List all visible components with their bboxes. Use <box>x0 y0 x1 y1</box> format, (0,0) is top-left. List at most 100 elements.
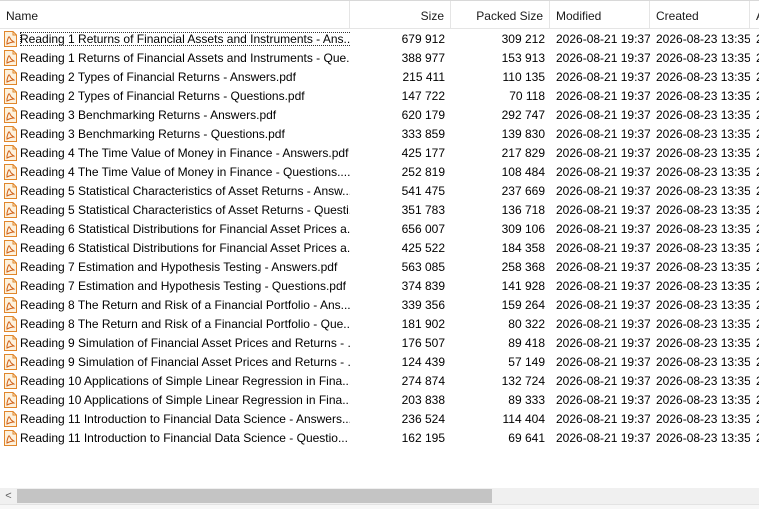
pdf-file-icon <box>4 316 17 332</box>
file-packed-size-text: 237 669 <box>501 184 545 198</box>
file-row[interactable]: Reading 8 The Return and Risk of a Finan… <box>0 296 759 315</box>
file-created-text: 2026-08-23 13:35 <box>656 146 750 160</box>
file-packed-size: 139 830 <box>451 125 545 144</box>
file-name: Reading 6 Statistical Distributions for … <box>20 239 350 258</box>
column-header-attributes[interactable]: A <box>750 1 759 29</box>
horizontal-scrollbar[interactable]: < <box>0 488 759 504</box>
file-row[interactable]: Reading 4 The Time Value of Money in Fin… <box>0 163 759 182</box>
file-row[interactable]: Reading 10 Applications of Simple Linear… <box>0 391 759 410</box>
column-header-modified[interactable]: Modified <box>550 1 650 29</box>
file-row[interactable]: Reading 11 Introduction to Financial Dat… <box>0 429 759 448</box>
file-modified-text: 2026-08-21 19:37 <box>556 108 650 122</box>
file-name-text: Reading 2 Types of Financial Returns - Q… <box>20 89 305 103</box>
file-row[interactable]: Reading 6 Statistical Distributions for … <box>0 239 759 258</box>
file-size: 679 912 <box>350 30 445 49</box>
pdf-file-icon <box>4 278 17 294</box>
file-name: Reading 6 Statistical Distributions for … <box>20 220 350 239</box>
file-created: 2026-08-23 13:35 <box>656 315 750 334</box>
column-header-packed-size[interactable]: Packed Size <box>451 1 550 29</box>
file-name: Reading 3 Benchmarking Returns - Answers… <box>20 106 350 125</box>
file-created: 2026-08-23 13:35 <box>656 277 750 296</box>
file-created: 2026-08-23 13:35 <box>656 87 750 106</box>
file-modified: 2026-08-21 19:37 <box>556 296 650 315</box>
column-header-name[interactable]: Name <box>0 1 350 29</box>
file-row[interactable]: Reading 2 Types of Financial Returns - A… <box>0 68 759 87</box>
file-name: Reading 2 Types of Financial Returns - A… <box>20 68 350 87</box>
file-size: 333 859 <box>350 125 445 144</box>
column-header-size[interactable]: Size <box>350 1 451 29</box>
file-row[interactable]: Reading 5 Statistical Characteristics of… <box>0 201 759 220</box>
file-row[interactable]: Reading 9 Simulation of Financial Asset … <box>0 334 759 353</box>
file-modified: 2026-08-21 19:37 <box>556 182 650 201</box>
file-row[interactable]: Reading 10 Applications of Simple Linear… <box>0 372 759 391</box>
file-name: Reading 5 Statistical Characteristics of… <box>20 201 350 220</box>
file-created-text: 2026-08-23 13:35 <box>656 89 750 103</box>
file-packed-size: 258 368 <box>451 258 545 277</box>
file-row[interactable]: Reading 6 Statistical Distributions for … <box>0 220 759 239</box>
file-size: 620 179 <box>350 106 445 125</box>
file-modified-text: 2026-08-21 19:37 <box>556 317 650 331</box>
file-list[interactable]: Name Size Packed Size Modified Created A… <box>0 0 759 488</box>
pdf-file-icon <box>4 335 17 351</box>
file-modified-text: 2026-08-21 19:37 <box>556 412 650 426</box>
file-created-text: 2026-08-23 13:35 <box>656 127 750 141</box>
scroll-left-icon[interactable]: < <box>0 488 17 504</box>
file-packed-size: 89 333 <box>451 391 545 410</box>
file-modified-text: 2026-08-21 19:37 <box>556 146 650 160</box>
file-packed-size: 132 724 <box>451 372 545 391</box>
file-row[interactable]: Reading 11 Introduction to Financial Dat… <box>0 410 759 429</box>
file-row[interactable]: Reading 2 Types of Financial Returns - Q… <box>0 87 759 106</box>
file-created-text: 2026-08-23 13:35 <box>656 108 750 122</box>
file-row[interactable]: Reading 1 Returns of Financial Assets an… <box>0 49 759 68</box>
file-packed-size: 57 149 <box>451 353 545 372</box>
file-name: Reading 10 Applications of Simple Linear… <box>20 372 350 391</box>
file-row[interactable]: Reading 3 Benchmarking Returns - Answers… <box>0 106 759 125</box>
file-packed-size-text: 132 724 <box>501 374 545 388</box>
file-created: 2026-08-23 13:35 <box>656 353 750 372</box>
column-header-created[interactable]: Created <box>650 1 750 29</box>
file-modified-text: 2026-08-21 19:37 <box>556 241 650 255</box>
file-packed-size-text: 69 641 <box>508 431 545 445</box>
file-size-text: 162 195 <box>401 431 445 445</box>
file-modified: 2026-08-21 19:37 <box>556 49 650 68</box>
file-modified-text: 2026-08-21 19:37 <box>556 70 650 84</box>
file-row[interactable]: Reading 3 Benchmarking Returns - Questio… <box>0 125 759 144</box>
file-modified: 2026-08-21 19:37 <box>556 372 650 391</box>
file-packed-size: 309 106 <box>451 220 545 239</box>
file-size-text: 679 912 <box>401 32 445 46</box>
file-modified: 2026-08-21 19:37 <box>556 391 650 410</box>
file-row[interactable]: Reading 9 Simulation of Financial Asset … <box>0 353 759 372</box>
file-size-text: 541 475 <box>401 184 445 198</box>
file-name-text: Reading 1 Returns of Financial Assets an… <box>20 32 350 46</box>
file-packed-size: 153 913 <box>451 49 545 68</box>
pdf-file-icon <box>4 373 17 389</box>
file-created-text: 2026-08-23 13:35 <box>656 431 750 445</box>
file-name: Reading 5 Statistical Characteristics of… <box>20 182 350 201</box>
file-modified: 2026-08-21 19:37 <box>556 201 650 220</box>
file-size-text: 236 524 <box>401 412 445 426</box>
file-row[interactable]: Reading 7 Estimation and Hypothesis Test… <box>0 258 759 277</box>
file-name-text: Reading 8 The Return and Risk of a Finan… <box>20 298 350 312</box>
file-packed-size: 237 669 <box>451 182 545 201</box>
file-created-text: 2026-08-23 13:35 <box>656 32 750 46</box>
file-name-text: Reading 11 Introduction to Financial Dat… <box>20 412 350 426</box>
file-modified-text: 2026-08-21 19:37 <box>556 393 650 407</box>
file-row[interactable]: Reading 5 Statistical Characteristics of… <box>0 182 759 201</box>
file-created: 2026-08-23 13:35 <box>656 106 750 125</box>
status-strip <box>0 504 759 509</box>
pdf-file-icon <box>4 107 17 123</box>
file-modified: 2026-08-21 19:37 <box>556 163 650 182</box>
file-name-text: Reading 6 Statistical Distributions for … <box>20 241 350 255</box>
scrollbar-thumb[interactable] <box>17 489 492 503</box>
file-packed-size-text: 57 149 <box>508 355 545 369</box>
file-row[interactable]: Reading 4 The Time Value of Money in Fin… <box>0 144 759 163</box>
file-packed-size: 70 118 <box>451 87 545 106</box>
file-name: Reading 9 Simulation of Financial Asset … <box>20 353 350 372</box>
file-name: Reading 2 Types of Financial Returns - Q… <box>20 87 350 106</box>
file-created: 2026-08-23 13:35 <box>656 144 750 163</box>
file-row[interactable]: Reading 1 Returns of Financial Assets an… <box>0 30 759 49</box>
file-packed-size: 80 322 <box>451 315 545 334</box>
file-row[interactable]: Reading 7 Estimation and Hypothesis Test… <box>0 277 759 296</box>
file-size: 541 475 <box>350 182 445 201</box>
file-row[interactable]: Reading 8 The Return and Risk of a Finan… <box>0 315 759 334</box>
